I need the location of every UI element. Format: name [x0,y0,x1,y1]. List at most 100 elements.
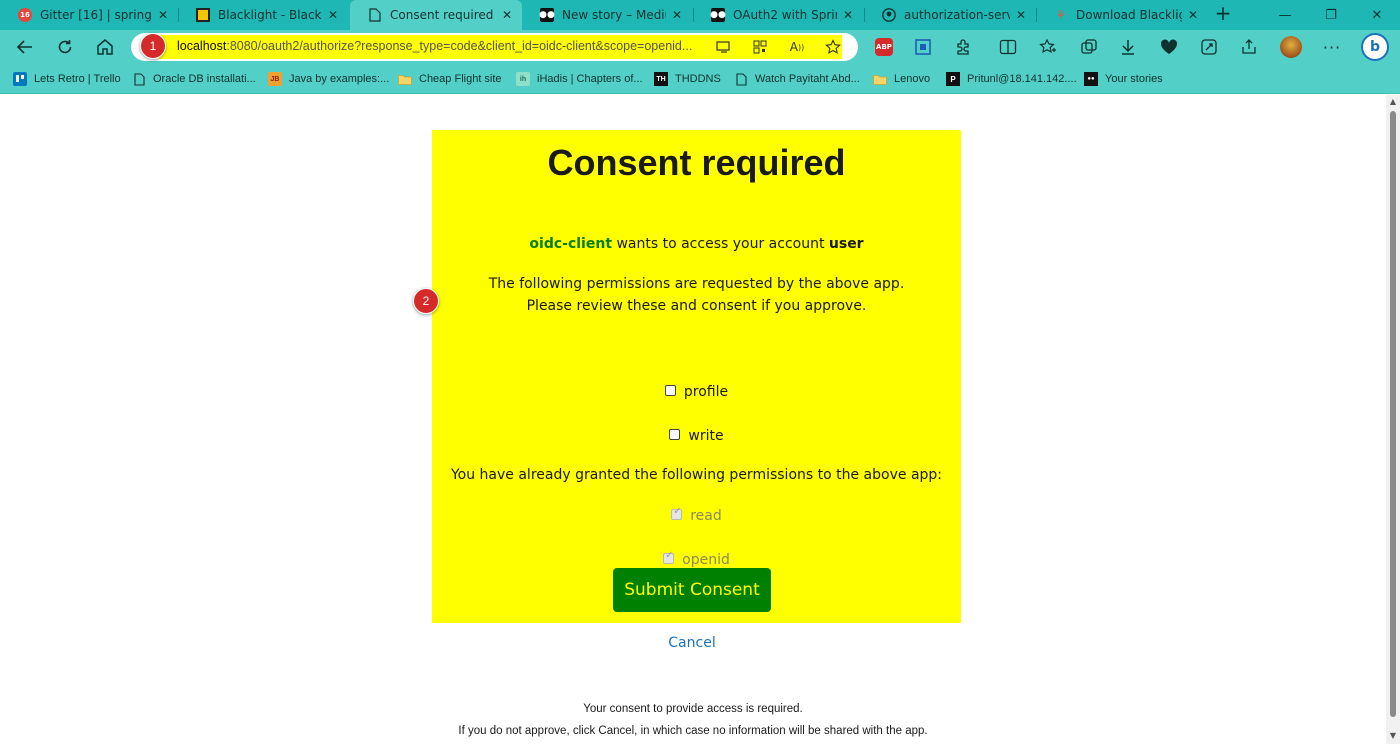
permissions-line: The following permissions are requested … [488,276,905,292]
tab-new-story-medium[interactable]: ●● New story – Medium ✕ [522,0,692,30]
qr-code-icon[interactable] [751,39,769,55]
extensions-icon[interactable] [951,35,975,59]
ihadis-icon: ih [516,72,530,86]
tab-title: OAuth2 with Spring — [733,8,837,22]
principal-name: user [828,236,864,252]
url-host: localhost [177,39,227,53]
annotation-marker: 1 [140,33,166,59]
bookmark-oracle[interactable]: Oracle DB installati... [132,70,256,88]
back-arrow-icon[interactable] [13,35,37,59]
bookmark-label: Lets Retro | Trello [34,73,121,85]
close-icon[interactable]: ✕ [328,8,338,22]
scope-checkbox[interactable] [669,428,681,440]
page-title: Consent required [547,142,846,183]
restore-icon[interactable]: ❐ [1308,0,1354,30]
vertical-scrollbar[interactable]: ▲ ▼ [1386,95,1400,744]
read-aloud-icon[interactable]: A)) [788,39,806,55]
tab-authorization-server[interactable]: authorization-server-d ✕ [864,0,1036,30]
bookmark-cheap-flight[interactable]: Cheap Flight site [398,70,502,88]
consent-form: Consent required oidc-client wants to ac… [432,130,961,623]
footer-notice: Your consent to provide access is requir… [583,703,803,715]
tab-download-blacklight[interactable]: ⚘ Download Blacklight.20 ✕ [1036,0,1208,30]
tab-title: Blacklight - Blacklight [218,8,322,22]
scroll-up-arrow-icon[interactable]: ▲ [1388,97,1398,107]
close-icon[interactable]: ✕ [843,8,853,22]
bookmark-label: Cheap Flight site [419,73,502,85]
tab-strip: 16 Gitter [16] | spring-secu ✕ Blackligh… [0,0,1400,30]
scope-label: openid [682,552,730,568]
java-icon: JB [268,72,282,86]
bookmark-label: Lenovo [894,73,931,85]
tab-oauth2-spring[interactable]: ●● OAuth2 with Spring — ✕ [693,0,863,30]
cancel-link[interactable]: Cancel [632,635,752,651]
scroll-down-arrow-icon[interactable]: ▼ [1388,731,1398,741]
bookmark-label: THDDNS [675,73,721,85]
github-icon [882,8,896,22]
bookmark-label: Java by examples:... [289,73,390,85]
permissions-description: The following permissions are requested … [432,273,961,317]
tab-gitter[interactable]: 16 Gitter [16] | spring-secu ✕ [0,0,178,30]
cast-icon[interactable] [715,39,733,55]
scope-profile[interactable]: profile [432,384,961,400]
close-icon[interactable]: ✕ [1188,8,1198,22]
bookmark-lenovo[interactable]: Lenovo [873,70,930,88]
page-icon [132,72,146,86]
minimize-icon[interactable]: — [1262,0,1308,30]
granted-permissions-text: You have already granted the following p… [450,467,943,483]
scope-read: read [432,506,961,524]
gitter-icon: 16 [18,8,32,22]
address-bar[interactable]: localhost:8080/oauth2/authorize?response… [131,33,858,61]
url-text[interactable]: localhost:8080/oauth2/authorize?response… [177,39,707,53]
bing-copilot-icon[interactable]: b [1361,33,1389,61]
tab-blacklight[interactable]: Blacklight - Blacklight ✕ [178,0,348,30]
health-heart-icon[interactable] [1157,35,1181,59]
trello-icon [13,72,27,86]
bookmark-your-stories[interactable]: ●● Your stories [1084,70,1163,88]
blacklight-icon [196,8,210,22]
close-window-icon[interactable]: ✕ [1354,0,1400,30]
tab-title: Consent required [390,8,494,22]
bookmark-java-examples[interactable]: JB Java by examples:... [268,70,389,88]
close-icon[interactable]: ✕ [502,8,512,22]
close-icon[interactable]: ✕ [1016,8,1026,22]
split-screen-icon[interactable] [996,35,1020,59]
profile-avatar[interactable] [1279,35,1303,59]
downloads-icon[interactable] [1116,35,1140,59]
page-icon [368,8,382,22]
scope-label: read [690,508,722,524]
collections-icon[interactable] [1077,35,1101,59]
scope-openid: openid [432,550,961,568]
bookmark-payitaht[interactable]: Watch Payitaht Abd... [734,70,860,88]
more-options-icon[interactable]: ··· [1320,35,1344,59]
tab-consent-required[interactable]: Consent required ✕ [350,0,522,30]
adblock-plus-icon[interactable]: ABP [872,35,896,59]
bookmark-ihadis[interactable]: ih iHadis | Chapters of... [516,70,643,88]
scope-label: write [688,428,724,444]
footer-notice: If you do not approve, click Cancel, in … [458,725,928,737]
scope-write[interactable]: write [432,428,961,444]
new-tab-plus-icon[interactable]: + [1213,3,1233,25]
refresh-icon[interactable] [53,35,77,59]
permissions-line: Please review these and consent if you a… [526,298,867,314]
submit-consent-button[interactable]: Submit Consent [613,568,771,612]
screenshot-icon[interactable] [911,35,935,59]
scrollbar-thumb[interactable] [1390,111,1396,717]
favorite-star-icon[interactable] [824,39,842,55]
bookmark-label: Oracle DB installati... [153,73,256,85]
access-request-text: oidc-client wants to access your account… [432,236,961,252]
close-icon[interactable]: ✕ [158,8,168,22]
bookmark-pritunl[interactable]: P Pritunl@18.141.142.... [946,70,1077,88]
bookmark-trello[interactable]: Lets Retro | Trello [13,70,121,88]
web-capture-icon[interactable] [1197,35,1221,59]
tab-title: New story – Medium [562,8,666,22]
bookmark-thddns[interactable]: TH THDDNS [654,70,721,88]
home-icon[interactable] [93,35,117,59]
scope-checkbox[interactable] [664,384,676,396]
granted-checkbox [663,550,675,564]
granted-checkbox [671,506,683,520]
share-icon[interactable] [1237,35,1261,59]
bookmark-label: iHadis | Chapters of... [537,73,643,85]
favorites-icon[interactable] [1036,35,1060,59]
close-icon[interactable]: ✕ [672,8,682,22]
download-icon: ⚘ [1055,8,1067,22]
